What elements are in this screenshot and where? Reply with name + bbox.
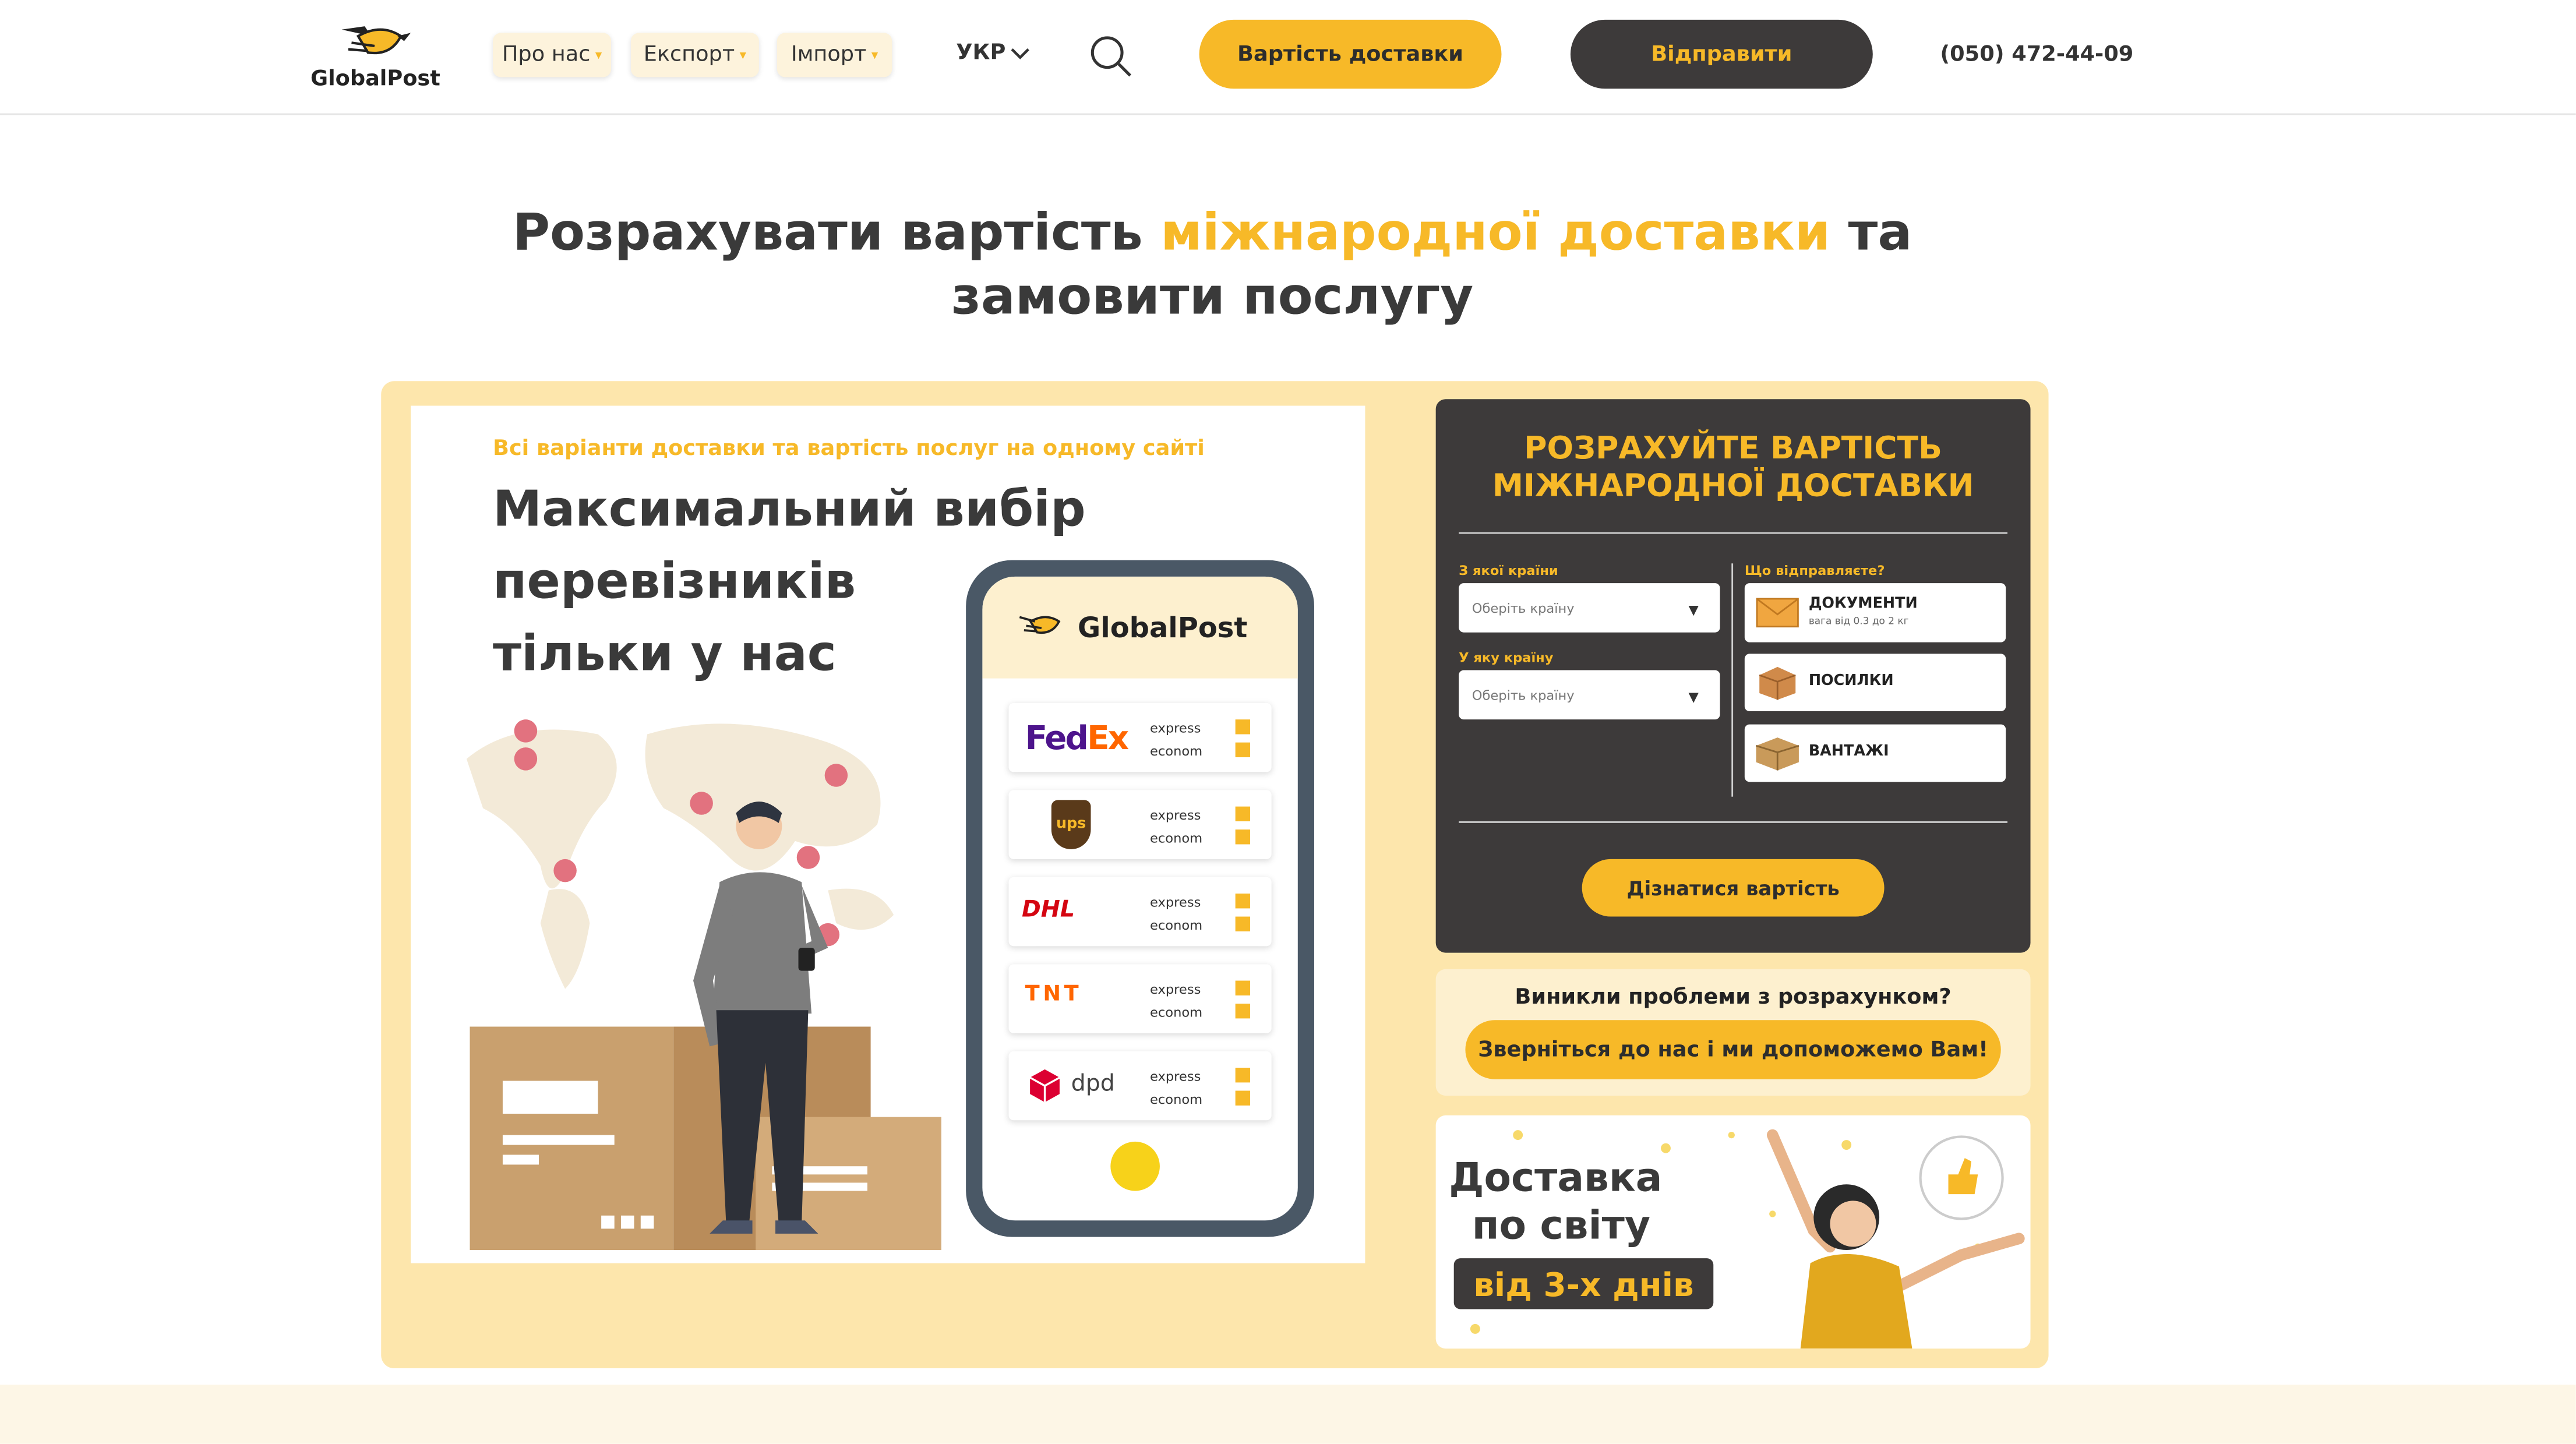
option-parcels[interactable]: ПОСИЛКИ (1744, 654, 2006, 712)
option-documents-weight: вага від 0.3 до 2 кг (1808, 616, 1909, 628)
carrier-card: ups express econom (1008, 790, 1272, 859)
carrier-card: TNT express econom (1008, 964, 1272, 1033)
phone-home-button (1110, 1141, 1160, 1191)
carrier-options: express econom (1150, 808, 1203, 846)
phone-number[interactable]: (050) 472-44-09 (1940, 43, 2133, 67)
logo-bird-icon[interactable] (335, 20, 414, 66)
footer-strip (0, 1385, 2576, 1444)
title-highlight: міжнародної доставки (1160, 203, 1831, 263)
carrier-options: express econom (1150, 1069, 1203, 1107)
parcel-icon (1759, 666, 1796, 700)
promo-headline: Доставка по світу (1449, 1155, 1662, 1250)
banner-headline-line1: Максимальний вибір (493, 481, 1086, 539)
contact-us-button[interactable]: Зверніться до нас і ми допоможемо Вам! (1465, 1020, 2001, 1079)
cargo-icon (1756, 737, 1799, 771)
option-documents[interactable]: ДОКУМЕНТИ вага від 0.3 до 2 кг (1744, 583, 2006, 642)
man-with-phone-illustration (693, 802, 828, 1234)
nav-export[interactable]: Експорт ▾ (630, 33, 759, 77)
carrier-options: express econom (1150, 721, 1203, 759)
nav-about[interactable]: Про нас ▾ (493, 33, 612, 77)
from-country-placeholder: Оберіть країну (1472, 600, 1575, 616)
to-country-select[interactable]: Оберіть країну ▼ (1459, 670, 1720, 720)
page-title: Розрахувати вартість міжнародної доставк… (0, 204, 2425, 263)
box-illustration (470, 1026, 674, 1251)
carrier-card: DHL express econom (1008, 877, 1272, 947)
from-country-select[interactable]: Оберіть країну ▼ (1459, 583, 1720, 633)
dpd-cube-icon (1029, 1069, 1060, 1103)
delivery-cost-button[interactable]: Вартість доставки (1199, 19, 1502, 89)
ups-logo: ups (1051, 800, 1091, 849)
page-title-line2: замовити послугу (951, 267, 1474, 327)
calculator-title: РОЗРАХУЙТЕ ВАРТІСТЬ МІЖНАРОДНОЇ ДОСТАВКИ (1436, 430, 2031, 506)
option-documents-label: ДОКУМЕНТИ (1808, 596, 1918, 613)
calculator-title-line1: РОЗРАХУЙТЕ ВАРТІСТЬ (1524, 430, 1942, 467)
send-button[interactable]: Відправити (1570, 19, 1873, 89)
promo-line1: Доставка (1449, 1155, 1663, 1201)
nav-about-label: Про нас (502, 43, 591, 68)
carriers-banner: Всі варіанти доставки та вартість послуг… (411, 405, 1365, 1263)
promo-badge: від 3-х днів (1453, 1258, 1714, 1309)
phone-brand: GlobalPost (1077, 612, 1248, 646)
chevron-down-icon (1011, 47, 1030, 59)
carrier-options: express econom (1150, 982, 1203, 1021)
calculator-title-line2: МІЖНАРОДНОЇ ДОСТАВКИ (1492, 468, 1974, 504)
what-send-label: Що відправляєте? (1744, 563, 1885, 578)
carrier-card: dpd express econom (1008, 1051, 1272, 1121)
logo-text[interactable]: GlobalPost (310, 68, 440, 92)
language-switcher[interactable]: УКР (956, 41, 1030, 66)
option-cargo-label: ВАНТАЖІ (1808, 744, 1889, 761)
carrier-options: express econom (1150, 895, 1203, 933)
divider (1459, 532, 2008, 534)
dropdown-arrow-icon: ▼ (1688, 602, 1699, 618)
divider (1731, 563, 1734, 797)
chevron-down-icon: ▾ (595, 47, 602, 63)
logo-bird-icon (1019, 616, 1061, 634)
dropdown-arrow-icon: ▼ (1688, 690, 1699, 705)
promo-banner[interactable]: Доставка по світу від 3-х днів (1435, 1115, 2031, 1349)
banner-tagline: Всі варіанти доставки та вартість послуг… (493, 437, 1205, 462)
language-label: УКР (956, 41, 1006, 66)
title-part1: Розрахувати вартість (512, 203, 1143, 263)
nav-import[interactable]: Імпорт ▾ (777, 33, 892, 77)
get-price-button[interactable]: Дізнатися вартість (1582, 859, 1885, 917)
to-country-label: У яку країну (1459, 650, 1554, 666)
title-part2: та (1848, 203, 1912, 263)
promo-line2: по світу (1472, 1202, 1651, 1249)
to-country-placeholder: Оберіть країну (1472, 687, 1575, 702)
option-parcels-label: ПОСИЛКИ (1808, 673, 1894, 690)
dhl-logo: DHL (1022, 896, 1075, 923)
chevron-down-icon: ▾ (871, 47, 878, 63)
from-country-label: З якої країни (1459, 563, 1558, 578)
help-question: Виникли проблеми з розрахунком? (1515, 986, 1952, 1011)
envelope-icon (1756, 598, 1799, 628)
carrier-card: FedEx express econom (1008, 702, 1272, 772)
chevron-down-icon: ▾ (739, 47, 746, 63)
nav-import-label: Імпорт (791, 43, 867, 68)
dpd-logo: dpd (1071, 1071, 1115, 1097)
nav-export-label: Експорт (643, 43, 735, 68)
fedex-logo: FedEx (1025, 718, 1129, 758)
divider (1459, 821, 2008, 823)
search-icon[interactable] (1088, 33, 1134, 79)
tnt-logo: TNT (1025, 982, 1082, 1007)
option-cargo[interactable]: ВАНТАЖІ (1744, 724, 2006, 782)
